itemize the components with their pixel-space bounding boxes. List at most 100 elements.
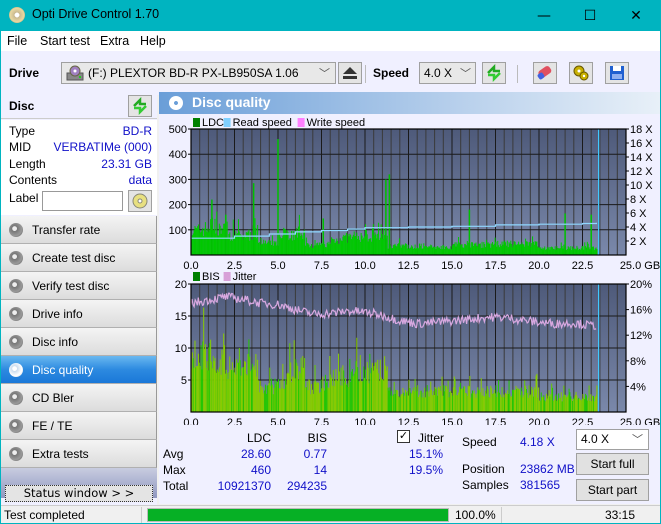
status-window-button[interactable]: Status window > > bbox=[5, 485, 153, 502]
data-bar bbox=[329, 356, 331, 412]
maximize-button[interactable]: ☐ bbox=[567, 0, 613, 31]
start-part-button[interactable]: Start part bbox=[576, 479, 649, 501]
data-bar bbox=[585, 395, 587, 412]
eject-button[interactable] bbox=[338, 62, 362, 84]
menu-help[interactable]: Help bbox=[140, 34, 166, 48]
nav-extra-tests[interactable]: Extra tests bbox=[1, 440, 157, 468]
close-button[interactable]: ✕ bbox=[613, 0, 659, 31]
data-bar bbox=[419, 390, 421, 412]
data-bar bbox=[346, 242, 348, 255]
data-bar bbox=[241, 236, 243, 255]
data-bar bbox=[274, 242, 276, 255]
fe-te-icon bbox=[9, 419, 23, 433]
extra-tests-icon bbox=[9, 447, 23, 461]
data-bar bbox=[208, 347, 210, 412]
data-bar bbox=[541, 247, 543, 255]
data-bar bbox=[217, 371, 219, 412]
data-bar bbox=[439, 248, 441, 255]
data-bar bbox=[380, 377, 382, 412]
data-bar bbox=[497, 240, 499, 255]
speed-select[interactable]: 4.0 X ﹀ bbox=[419, 62, 476, 84]
nav-cd-bler[interactable]: CD Bler bbox=[1, 384, 157, 412]
data-bar bbox=[488, 243, 490, 255]
data-bar bbox=[594, 248, 596, 255]
data-bar bbox=[435, 388, 437, 412]
nav-drive-info[interactable]: Drive info bbox=[1, 300, 157, 328]
drive-select[interactable]: (F:) PLEXTOR BD-R PX-LB950SA 1.06 ﹀ bbox=[61, 62, 336, 84]
data-bar bbox=[507, 393, 509, 412]
disc-length-row: Length 23.31 GB bbox=[9, 157, 152, 173]
data-bar bbox=[279, 236, 281, 255]
data-bar bbox=[449, 392, 451, 412]
x-tick-label: 17.5 bbox=[485, 417, 506, 425]
data-bar bbox=[498, 392, 500, 412]
data-bar bbox=[594, 396, 596, 412]
data-bar bbox=[519, 395, 521, 412]
data-bar bbox=[398, 396, 400, 412]
data-bar bbox=[592, 395, 594, 412]
data-bar bbox=[417, 385, 419, 412]
data-bar bbox=[388, 390, 390, 412]
start-full-button[interactable]: Start full bbox=[576, 453, 649, 475]
refresh-button[interactable] bbox=[482, 62, 506, 84]
data-bar bbox=[227, 379, 229, 412]
nav-disc-info[interactable]: Disc info bbox=[1, 328, 157, 356]
nav-create-test-disc[interactable]: Create test disc bbox=[1, 244, 157, 272]
nav-fe-te[interactable]: FE / TE bbox=[1, 412, 157, 440]
data-bar bbox=[496, 397, 498, 412]
data-bar bbox=[231, 370, 233, 412]
data-bar bbox=[284, 229, 286, 255]
minimize-button[interactable]: — bbox=[521, 0, 567, 31]
data-bar bbox=[503, 394, 505, 412]
menu-start-test[interactable]: Start test bbox=[40, 34, 90, 48]
y2-tick-label: 10 X bbox=[630, 180, 653, 192]
data-bar bbox=[533, 244, 535, 255]
data-bar bbox=[457, 395, 459, 412]
data-bar bbox=[265, 244, 267, 255]
data-bar bbox=[429, 246, 431, 255]
save-button[interactable] bbox=[605, 62, 629, 84]
data-bar bbox=[332, 239, 334, 255]
data-bar bbox=[266, 385, 268, 412]
disc-label-button[interactable] bbox=[128, 190, 152, 212]
disc-refresh-button[interactable] bbox=[128, 95, 152, 117]
data-bar bbox=[527, 245, 529, 255]
data-bar bbox=[369, 353, 371, 412]
data-bar bbox=[573, 248, 575, 255]
data-bar bbox=[351, 236, 353, 255]
data-bar bbox=[591, 401, 593, 412]
data-bar bbox=[301, 367, 303, 412]
data-bar bbox=[413, 248, 415, 255]
nav-disc-quality[interactable]: Disc quality bbox=[1, 356, 157, 384]
menu-extra[interactable]: Extra bbox=[100, 34, 129, 48]
menu-file[interactable]: File bbox=[7, 34, 27, 48]
data-bar bbox=[365, 380, 367, 412]
data-bar bbox=[351, 239, 353, 255]
data-bar bbox=[311, 244, 313, 255]
nav-verify-test-disc[interactable]: Verify test disc bbox=[1, 272, 157, 300]
data-bar bbox=[513, 389, 515, 412]
data-bar bbox=[304, 245, 306, 255]
nav-transfer-rate[interactable]: Transfer rate bbox=[1, 216, 157, 244]
data-bar bbox=[478, 389, 480, 412]
data-bar bbox=[193, 230, 195, 255]
erase-button[interactable] bbox=[533, 62, 557, 84]
data-bar bbox=[440, 390, 442, 412]
data-bar bbox=[352, 376, 354, 412]
jitter-checkbox[interactable]: ✓ bbox=[397, 430, 410, 443]
data-bar bbox=[411, 393, 413, 412]
data-bar bbox=[487, 389, 489, 412]
data-bar bbox=[319, 392, 321, 412]
data-bar bbox=[475, 242, 477, 255]
data-bar bbox=[301, 235, 303, 255]
drive-label: Drive bbox=[9, 66, 40, 80]
data-bar bbox=[528, 242, 530, 255]
data-bar bbox=[512, 390, 514, 412]
data-bar bbox=[448, 248, 450, 255]
data-bar bbox=[385, 365, 387, 412]
settings-button[interactable] bbox=[569, 62, 593, 84]
test-speed-select[interactable]: 4.0 X ﹀ bbox=[576, 429, 649, 450]
disc-label-input[interactable] bbox=[42, 191, 123, 211]
data-bar bbox=[235, 231, 237, 255]
data-bar bbox=[374, 232, 376, 255]
